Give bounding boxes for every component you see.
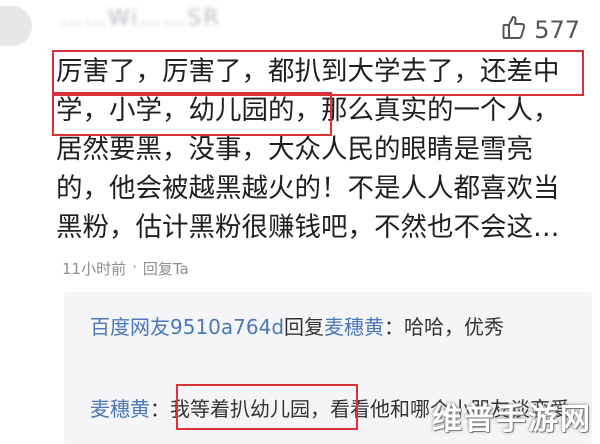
reply-target[interactable]: 麦穗黄 bbox=[324, 315, 384, 339]
separator: · bbox=[132, 258, 137, 276]
avatar[interactable] bbox=[0, 6, 32, 46]
like-count: 577 bbox=[534, 16, 580, 44]
reply-text: ：哈哈，优秀 bbox=[384, 315, 505, 339]
comment-meta: 11小时前 · 回复Ta bbox=[62, 258, 189, 279]
reply-verb: 回复 bbox=[284, 315, 325, 339]
reply-author[interactable]: 百度网友9510a764d bbox=[90, 315, 284, 339]
comment-line: 厉害了，厉害了，都扒到大学去了，还差中 bbox=[56, 56, 560, 87]
comment-username[interactable]: ……Wi……SR bbox=[60, 6, 221, 31]
comment-time: 11小时前 bbox=[62, 260, 127, 278]
comment-line: 的，他会被越黑越火的！不是人人都喜欢当 bbox=[56, 173, 560, 204]
thumbs-up-icon bbox=[502, 14, 526, 46]
comment-line: 学，小学，幼儿园的，那么真实的一个人， bbox=[56, 95, 560, 126]
comment-line: 黑粉，估计黑粉很赚钱吧，不然也不会这… bbox=[56, 212, 560, 243]
like-button[interactable]: 577 bbox=[502, 14, 580, 46]
comment-line: 居然要黑，没事，大众人民的眼睛是雪亮 bbox=[56, 134, 533, 165]
comment-body: 厉害了，厉害了，都扒到大学去了，还差中 学，小学，幼儿园的，那么真实的一个人， … bbox=[56, 52, 586, 247]
reply-link[interactable]: 回复Ta bbox=[143, 258, 189, 279]
reply-author[interactable]: 麦穗黄 bbox=[90, 397, 150, 421]
reply-item[interactable]: 百度网友9510a764d回复麦穗黄：哈哈，优秀 bbox=[90, 310, 580, 344]
site-watermark: 维普手游网 bbox=[432, 402, 592, 437]
